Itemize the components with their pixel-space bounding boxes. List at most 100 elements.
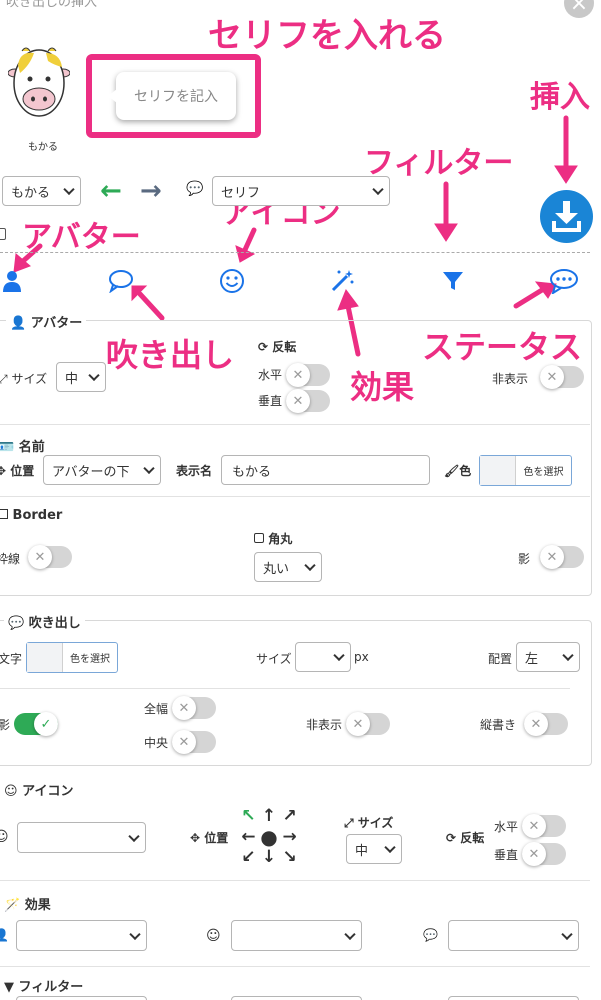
arrow-down-left-icon[interactable]: ↙ [238,847,259,868]
horizontal-label: 水平 [258,368,283,382]
effect-comment-label: 💬 [423,928,438,942]
name-position-select[interactable]: アバターの下 [43,455,161,485]
frame-label: 枠線 [0,552,21,566]
position-label-text: 位置 [10,464,35,478]
tab-status[interactable] [547,266,581,296]
border-frame-toggle[interactable]: ✕ [28,545,72,569]
avatar-select[interactable]: もかる [2,176,81,206]
dashed-divider [0,252,590,253]
rounded-select[interactable]: 丸い [254,552,322,582]
balloon-hide-label: 非表示 [306,718,343,732]
name-color-button-label: 色を選択 [523,467,564,478]
icon-size-select[interactable]: 中 [346,834,402,864]
balloon-hide-toggle[interactable]: ✕ [346,712,390,736]
icon-flip-label-text: 反転 [460,831,485,845]
commenting-icon [550,269,578,294]
balloon-shadow-label: 影 [0,718,11,732]
effect-avatar-select[interactable] [16,920,147,951]
smile-icon: ☺ [0,829,9,845]
name-color-picker[interactable]: 色を選択 [479,455,572,486]
id-card-icon: 🪪 [0,440,15,455]
border-section-title-text: Border [12,508,63,523]
balloon-align-select[interactable]: 左 [516,642,580,672]
serif-select[interactable]: セリフ [212,176,390,206]
sync-icon: ⟳ [446,831,457,845]
icon-vertical-label: 垂直 [494,848,519,862]
rounded-label-text: 角丸 [268,532,293,546]
effect-section-title-text: 効果 [24,898,51,913]
icon-select[interactable] [17,822,146,853]
icon-flip-vertical-toggle[interactable]: ✕ [522,842,566,866]
balloon-full-width-toggle[interactable]: ✕ [172,696,216,720]
smile-icon-small: ☺ [4,784,18,799]
balloon-color-button-label: 色を選択 [70,654,110,665]
border-shadow-label: 影 [518,552,531,566]
tab-avatar[interactable] [0,266,24,296]
smile-icon [220,269,244,293]
user-icon-small: 👤 [10,316,27,331]
avatar-flip-vertical-toggle[interactable]: ✕ [286,389,330,413]
balloon-shadow-toggle[interactable]: ✓ [14,712,58,736]
toggle-x-icon: ✕ [28,545,52,569]
filter-select-partial[interactable] [16,996,147,1000]
comment-icon: 💬 [423,928,438,942]
display-name-value: もかる [232,464,272,480]
divider [0,880,590,881]
arrow-down-icon[interactable]: ↓ [259,847,280,868]
avatar-size-select[interactable]: 中 [56,362,106,392]
balloon-vertical-writing-toggle[interactable]: ✕ [524,712,568,736]
move-icon: ✥ [0,464,7,478]
magic-wand-icon-small: 🪄 [4,898,21,913]
filter-select-partial[interactable] [231,996,362,1000]
effect-smile-label: ☺ [206,928,221,944]
effect-user-label: 👤 [0,928,9,942]
border-shadow-toggle[interactable]: ✕ [540,545,584,569]
checkbox-icon[interactable] [0,228,6,240]
name-section-title-text: 名前 [18,440,45,455]
arrow-left-icon[interactable]: ← [238,827,259,848]
filter-select-partial[interactable] [448,996,579,1000]
balloon-text-label: 文字 [0,652,23,666]
balloon-center-toggle[interactable]: ✕ [172,730,216,754]
expand-icon: ⤢ [0,372,8,386]
icon-horizontal-label: 水平 [494,820,519,834]
insert-button[interactable] [540,190,593,243]
divider [0,688,570,689]
magic-wand-icon [331,270,354,292]
arrow-right-icon[interactable]: → [140,176,162,206]
effect-icon-select[interactable] [231,920,362,951]
arrow-up-right-icon[interactable]: ↗ [279,806,300,827]
arrow-down-right-icon[interactable]: ↘ [279,847,300,868]
toggle-x-icon: ✕ [522,842,546,866]
arrow-up-icon[interactable]: ↑ [259,806,280,827]
flip-label-text: 反転 [272,340,297,354]
size-label-text: サイズ [11,372,48,386]
balloon-text-color-picker[interactable]: 色を選択 [26,642,118,673]
tab-filter[interactable] [438,266,468,296]
icon-position-label-text: 位置 [204,831,229,845]
avatar-flip-horizontal-toggle[interactable]: ✕ [286,363,330,387]
vertical-label: 垂直 [258,394,283,408]
tab-icon[interactable] [217,266,247,296]
filter-section-title: ▼ フィルター [4,976,83,995]
filter-icon-small: ▼ [4,980,14,995]
avatar-size-value: 中 [65,371,79,387]
position-pad[interactable]: ↖ ↑ ↗ ← ● → ↙ ↓ ↘ [238,806,300,868]
full-width-label: 全幅 [144,702,169,716]
arrow-left-icon[interactable]: ← [100,176,122,206]
speech-icon: 💬 [186,181,204,197]
arrow-up-left-icon[interactable]: ↖ [238,806,259,827]
effect-balloon-select[interactable] [448,920,579,951]
move-icon: ✥ [190,831,201,845]
arrow-right-icon[interactable]: → [279,827,300,848]
avatar-hide-label: 非表示 [492,372,529,386]
icon-flip-horizontal-toggle[interactable]: ✕ [522,814,566,838]
rounded-checkbox-icon[interactable] [254,533,264,543]
serif-select-value: セリフ [221,185,261,201]
tab-effect[interactable] [327,266,357,296]
avatar-hide-toggle[interactable]: ✕ [540,365,584,389]
tab-balloon[interactable] [106,266,136,296]
display-name-input[interactable]: もかる [221,455,430,485]
balloon-size-select[interactable] [295,642,351,672]
center-dot-icon[interactable]: ● [259,827,280,848]
